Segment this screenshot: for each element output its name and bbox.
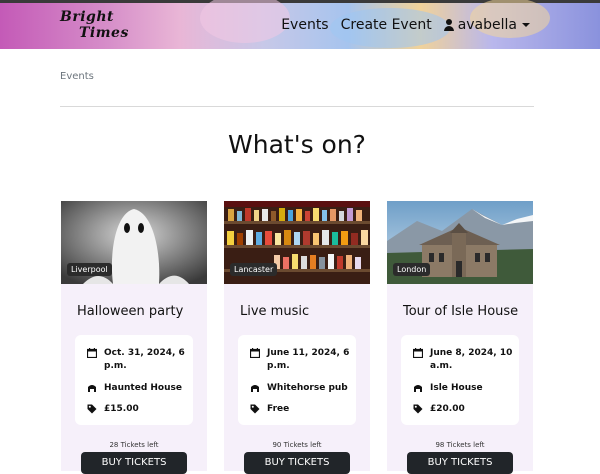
event-info-box: June 11, 2024, 6 p.m. Whitehorse pub Fre… bbox=[238, 335, 356, 425]
event-image[interactable]: London bbox=[387, 201, 533, 284]
event-card: Liverpool Halloween party Oct. 31, 2024,… bbox=[61, 201, 207, 474]
event-date: June 8, 2024, 10 a.m. bbox=[430, 348, 513, 371]
event-venue: Isle House bbox=[430, 383, 483, 393]
navbar: Bright Times Events Create Event avabell… bbox=[0, 0, 600, 49]
event-date: Oct. 31, 2024, 6 p.m. bbox=[104, 348, 185, 371]
venue-icon bbox=[251, 385, 259, 392]
venue-icon bbox=[88, 385, 96, 392]
nav-create-event-link[interactable]: Create Event bbox=[341, 17, 432, 33]
nav-links: Events Create Event avabella bbox=[281, 17, 530, 33]
event-info-box: Oct. 31, 2024, 6 p.m. Haunted House £15.… bbox=[75, 335, 193, 425]
price-tag-icon bbox=[250, 404, 260, 414]
location-badge: Lancaster bbox=[230, 263, 278, 276]
user-icon bbox=[443, 19, 454, 31]
event-image[interactable]: Lancaster bbox=[224, 201, 370, 284]
venue-icon bbox=[414, 385, 422, 392]
chevron-down-icon bbox=[522, 23, 530, 27]
event-date: June 11, 2024, 6 p.m. bbox=[267, 348, 350, 371]
navbar-decoration bbox=[200, 0, 290, 43]
event-title: Live music bbox=[240, 304, 310, 319]
event-info-box: June 8, 2024, 10 a.m. Isle House £20.00 bbox=[401, 335, 519, 425]
event-title: Tour of Isle House bbox=[403, 304, 519, 319]
user-menu[interactable]: avabella bbox=[443, 17, 530, 33]
event-price: £20.00 bbox=[430, 404, 465, 414]
brand-logo[interactable]: Bright Times bbox=[60, 9, 132, 43]
event-venue: Whitehorse pub bbox=[267, 383, 348, 393]
username: avabella bbox=[457, 17, 517, 33]
location-badge: London bbox=[393, 263, 431, 276]
event-card: Lancaster Live music June 11, 2024, 6 p.… bbox=[224, 201, 370, 474]
breadcrumb: Events bbox=[60, 71, 94, 82]
tickets-left: 98 Tickets left bbox=[435, 441, 485, 449]
tickets-left: 90 Tickets left bbox=[272, 441, 322, 449]
nav-events-link[interactable]: Events bbox=[281, 17, 328, 33]
event-price: £15.00 bbox=[104, 404, 139, 414]
page-title: What's on? bbox=[228, 130, 366, 159]
location-badge: Liverpool bbox=[67, 263, 112, 276]
divider bbox=[60, 106, 534, 107]
price-tag-icon bbox=[87, 404, 97, 414]
event-card: London Tour of Isle House June 8, 2024, … bbox=[387, 201, 533, 474]
tickets-left: 28 Tickets left bbox=[109, 441, 159, 449]
brand-line-2: Times bbox=[79, 25, 129, 41]
calendar-icon bbox=[250, 348, 260, 358]
event-title: Halloween party bbox=[77, 304, 184, 319]
event-venue: Haunted House bbox=[104, 383, 182, 393]
calendar-icon bbox=[413, 348, 423, 358]
buy-tickets-button[interactable]: BUY TICKETS bbox=[244, 452, 350, 474]
event-price: Free bbox=[267, 404, 290, 414]
event-image[interactable]: Liverpool bbox=[61, 201, 207, 284]
buy-tickets-button[interactable]: BUY TICKETS bbox=[81, 452, 187, 474]
price-tag-icon bbox=[413, 404, 423, 414]
calendar-icon bbox=[87, 348, 97, 358]
brand-line-1: Bright bbox=[60, 9, 114, 25]
buy-tickets-button[interactable]: BUY TICKETS bbox=[407, 452, 513, 474]
